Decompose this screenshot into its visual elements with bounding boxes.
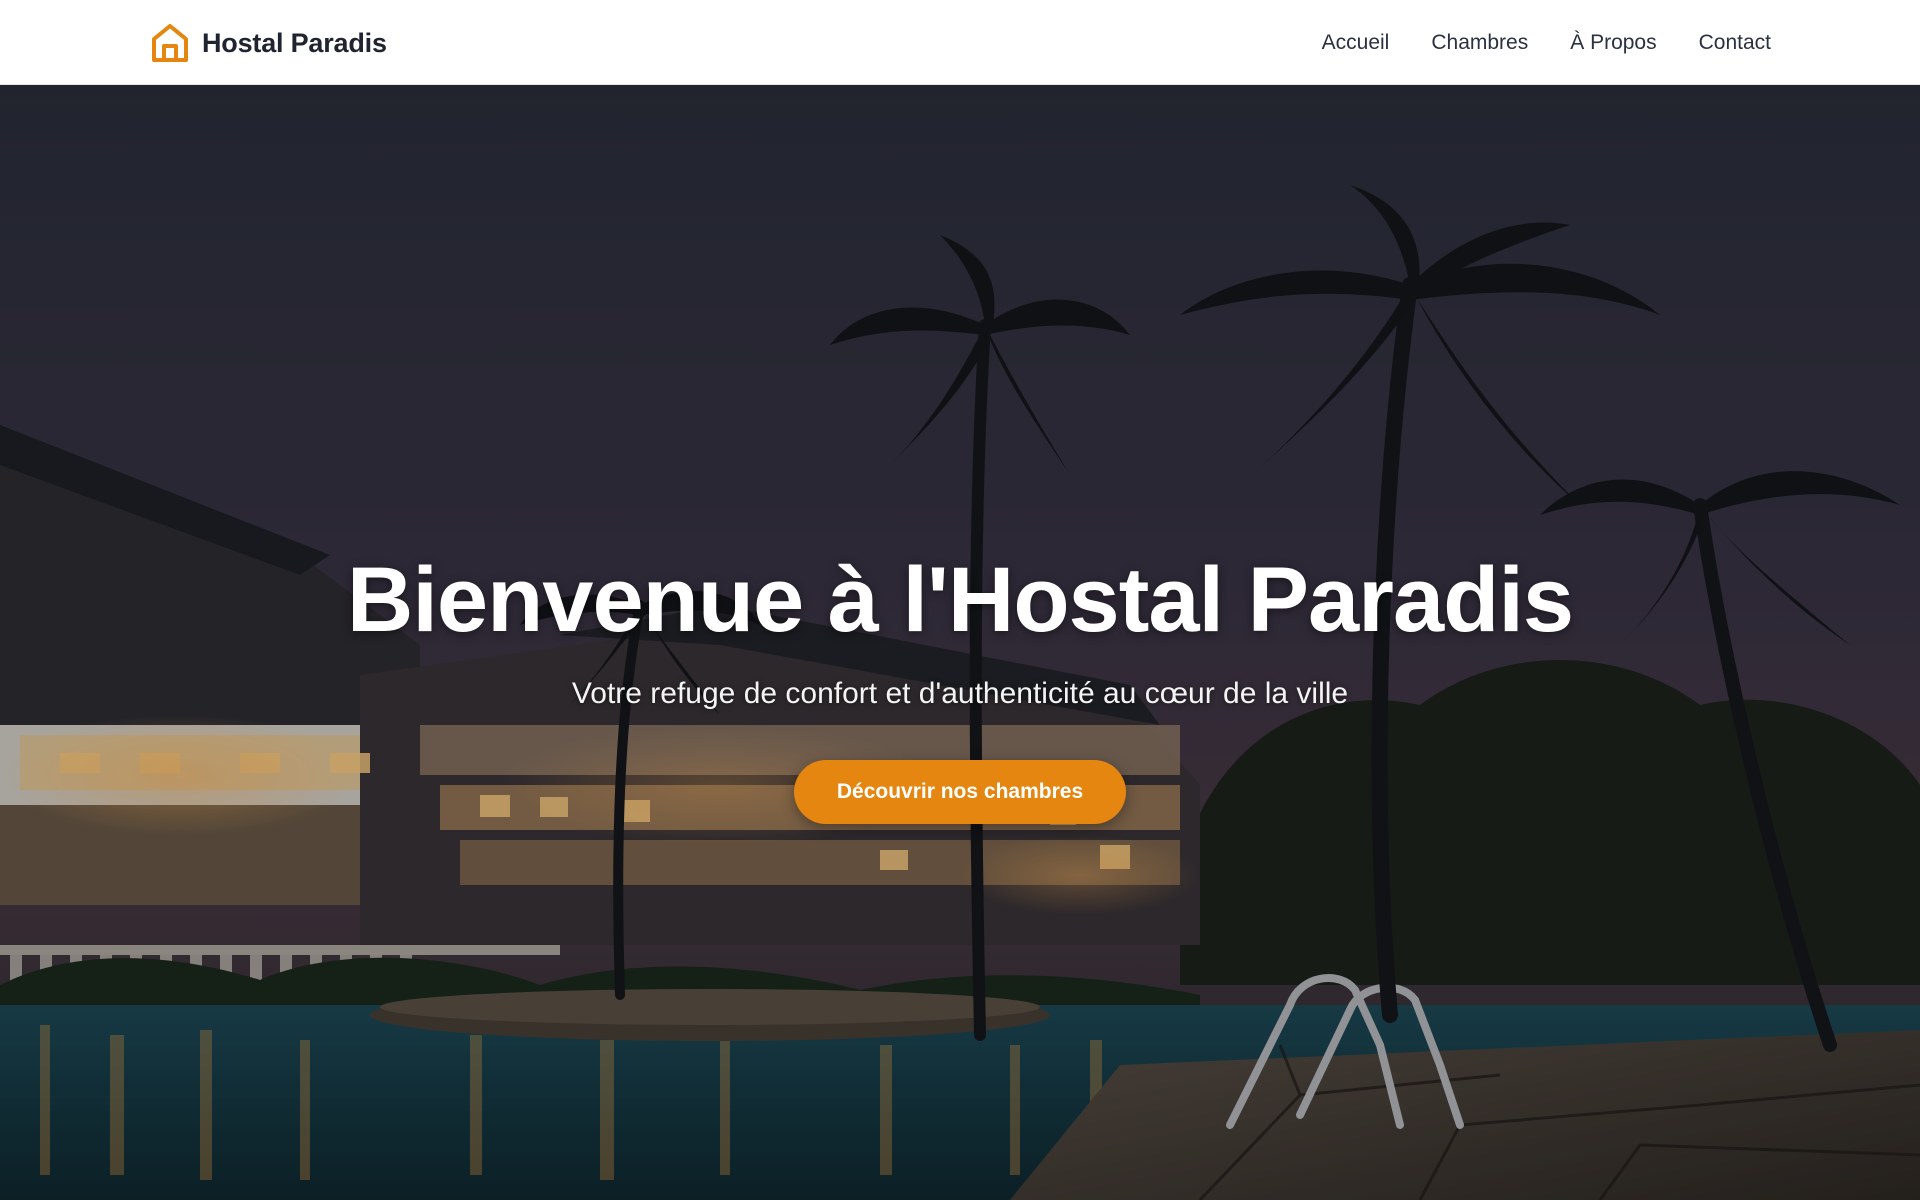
nav-item-chambres: Chambres	[1431, 31, 1528, 55]
nav-link-accueil[interactable]: Accueil	[1322, 31, 1390, 54]
nav-link-contact[interactable]: Contact	[1699, 31, 1771, 54]
hero-subtitle: Votre refuge de confort et d'authenticit…	[571, 677, 1349, 710]
nav-links: Accueil Chambres À Propos Contact	[1322, 0, 1771, 85]
nav-link-chambres[interactable]: Chambres	[1431, 31, 1528, 54]
hero-section: Bienvenue à l'Hostal Paradis Votre refug…	[0, 85, 1920, 1200]
home-icon	[152, 24, 188, 62]
brand-name: Hostal Paradis	[202, 27, 387, 58]
top-navbar: Hostal Paradis Accueil Chambres À Propos…	[0, 0, 1920, 85]
hero-title: Bienvenue à l'Hostal Paradis	[346, 549, 1574, 651]
nav-item-contact: Contact	[1699, 31, 1771, 55]
hero-content: Bienvenue à l'Hostal Paradis Votre refug…	[0, 85, 1920, 1200]
brand-logo-link[interactable]: Hostal Paradis	[150, 20, 387, 66]
nav-link-a-propos[interactable]: À Propos	[1570, 31, 1656, 54]
nav-item-a-propos: À Propos	[1570, 31, 1656, 55]
discover-rooms-button[interactable]: Découvrir nos chambres	[794, 760, 1126, 824]
nav-item-accueil: Accueil	[1322, 31, 1390, 55]
